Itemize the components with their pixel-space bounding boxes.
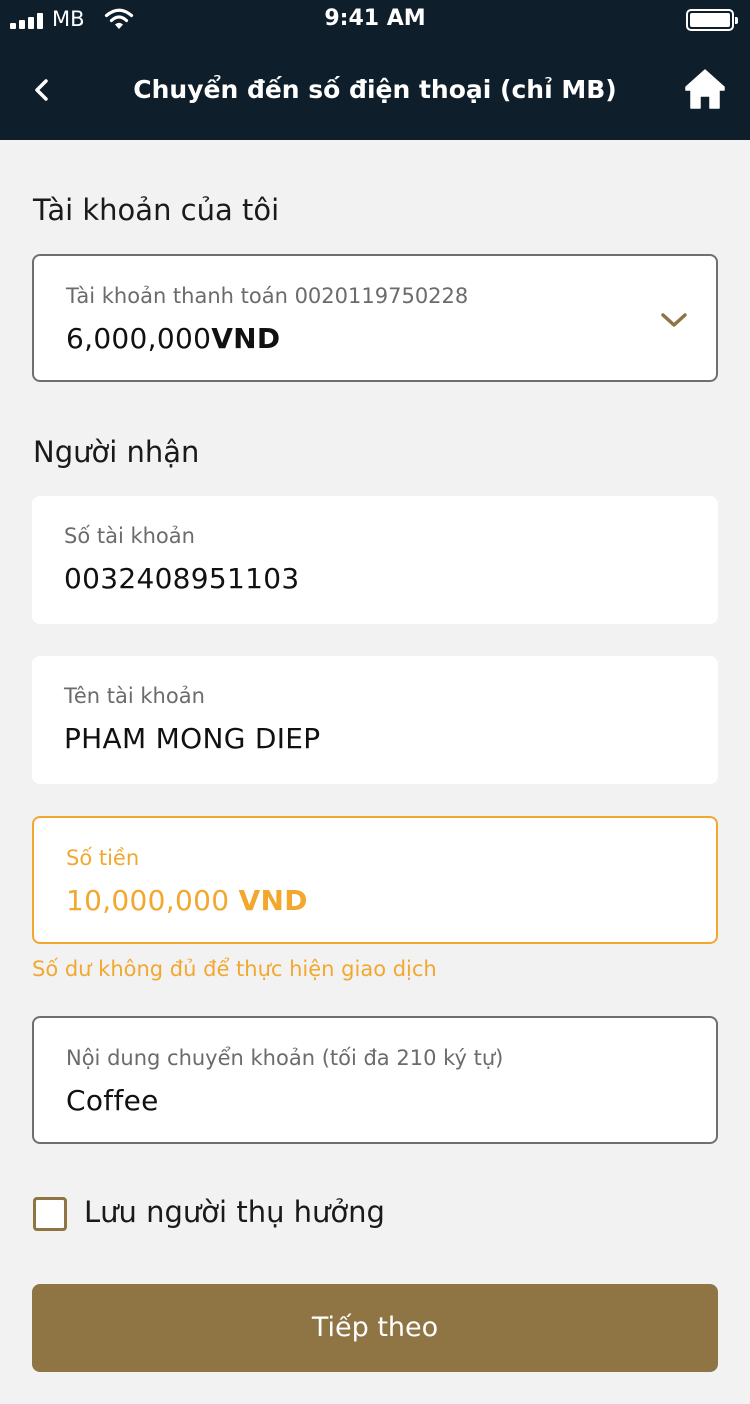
recipient-account-number-field[interactable]: Số tài khoản 0032408951103	[32, 496, 718, 624]
amount-value: 10,000,000 VND	[66, 884, 308, 917]
save-beneficiary-checkbox[interactable]	[33, 1197, 67, 1231]
description-value: Coffee	[66, 1084, 159, 1117]
transfer-description-field[interactable]: Nội dung chuyển khoản (tối đa 210 ký tự)…	[32, 1016, 718, 1144]
amount-currency: VND	[238, 884, 308, 917]
status-time: 9:41 AM	[324, 6, 426, 31]
my-account-section-title: Tài khoản của tôi	[33, 193, 280, 227]
amount-field[interactable]: Số tiền 10,000,000 VND	[32, 816, 718, 944]
description-label: Nội dung chuyển khoản (tối đa 210 ký tự)	[66, 1046, 504, 1070]
account-number-label: Số tài khoản	[64, 524, 195, 548]
balance-amount: 6,000,000	[66, 322, 212, 355]
amount-label: Số tiền	[66, 846, 140, 870]
source-account-selector[interactable]: Tài khoản thanh toán 0020119750228 6,000…	[32, 254, 718, 382]
insufficient-balance-error: Số dư không đủ để thực hiện giao dịch	[32, 957, 437, 981]
home-icon	[685, 69, 725, 109]
amount-number: 10,000,000	[66, 884, 230, 917]
recipient-account-name-field: Tên tài khoản PHAM MONG DIEP	[32, 656, 718, 784]
chevron-left-icon	[35, 79, 48, 101]
balance-currency: VND	[211, 322, 281, 355]
account-number-value: 0032408951103	[64, 562, 300, 595]
next-button[interactable]: Tiếp theo	[32, 1284, 718, 1372]
back-button[interactable]	[20, 68, 64, 112]
status-bar: MB 9:41 AM	[0, 0, 750, 40]
app-header: MB 9:41 AM Chuyển đến số điện thoại (chỉ…	[0, 0, 750, 140]
account-name-label: Tên tài khoản	[64, 684, 205, 708]
home-button[interactable]	[682, 66, 728, 112]
chevron-down-icon[interactable]	[658, 304, 690, 336]
battery-icon	[686, 9, 738, 31]
save-beneficiary-label[interactable]: Lưu người thụ hưởng	[84, 1195, 385, 1229]
account-name-value: PHAM MONG DIEP	[64, 722, 321, 755]
page-title: Chuyển đến số điện thoại (chỉ MB)	[133, 75, 617, 104]
source-account-balance: 6,000,000VND	[66, 322, 280, 355]
recipient-section-title: Người nhận	[33, 435, 200, 469]
source-account-label: Tài khoản thanh toán 0020119750228	[66, 284, 469, 308]
